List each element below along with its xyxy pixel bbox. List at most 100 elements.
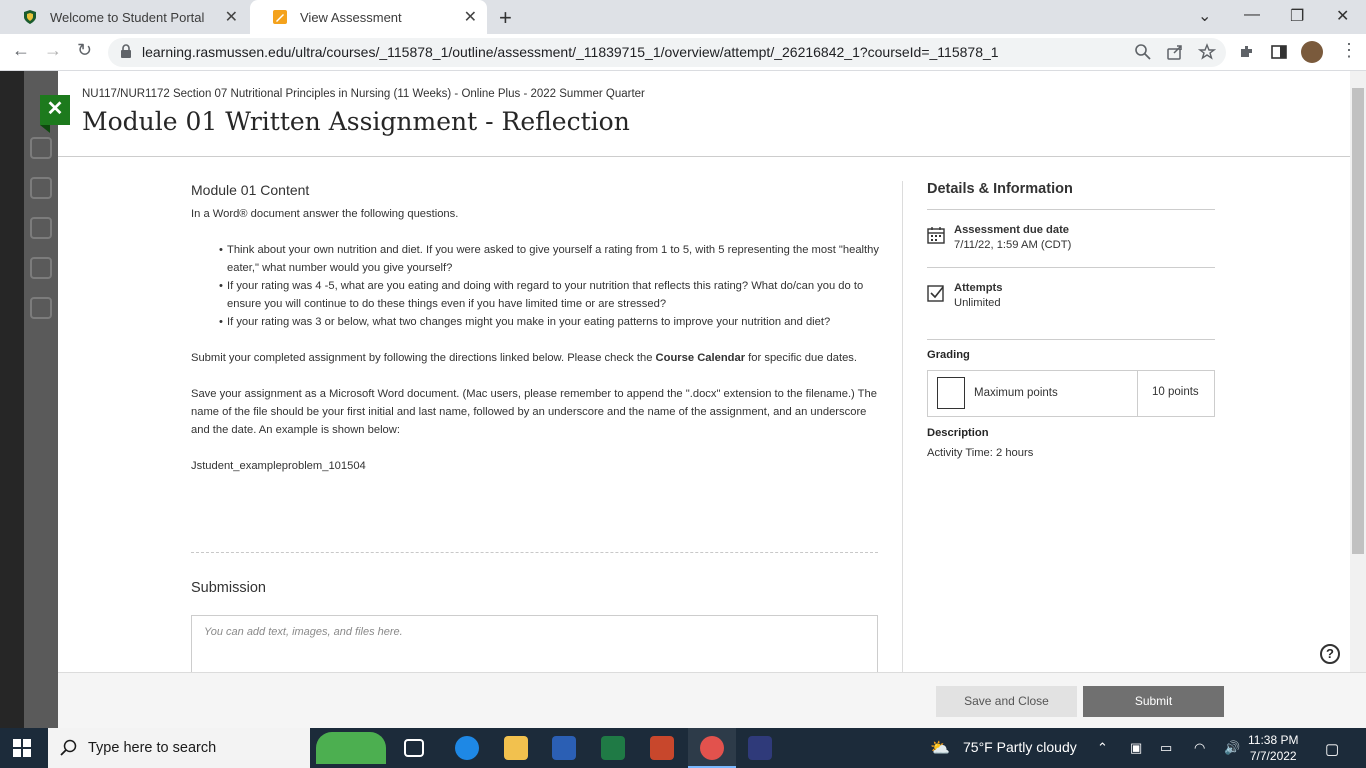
details-divider bbox=[927, 339, 1215, 340]
tab-title: Welcome to Student Portal bbox=[50, 9, 205, 25]
submission-placeholder: You can add text, images, and files here… bbox=[204, 626, 403, 638]
meet-now-icon[interactable]: ▣ bbox=[1130, 740, 1142, 756]
submit-instructions: Submit your completed assignment by foll… bbox=[191, 349, 881, 367]
volume-icon[interactable]: 🔊 bbox=[1224, 740, 1240, 756]
page-title: Module 01 Written Assignment - Reflectio… bbox=[82, 107, 630, 136]
question-list: Think about your own nutrition and diet.… bbox=[219, 241, 881, 331]
save-and-close-button[interactable]: Save and Close bbox=[936, 686, 1077, 717]
calendar-icon bbox=[927, 227, 945, 244]
attempts-row: Attempts Unlimited bbox=[927, 267, 1215, 325]
clock-time: 11:38 PM bbox=[1248, 733, 1299, 747]
attempts-value: Unlimited bbox=[954, 297, 1001, 309]
scrollbar[interactable] bbox=[1350, 71, 1366, 672]
close-panel-button[interactable]: ✕ bbox=[40, 95, 70, 133]
course-calendar-text: Course Calendar bbox=[655, 352, 746, 364]
submit-instructions-text-end: for specific due dates. bbox=[745, 352, 858, 364]
powerpoint-icon[interactable] bbox=[650, 736, 674, 760]
profile-avatar[interactable] bbox=[1301, 41, 1323, 63]
submit-instructions-text: Submit your completed assignment by foll… bbox=[191, 352, 656, 364]
description-label: Description bbox=[927, 427, 989, 439]
restore-icon[interactable]: ❐ bbox=[1290, 6, 1304, 26]
widgets-icon[interactable] bbox=[316, 732, 386, 764]
tab-student-portal[interactable]: Welcome to Student Portal ✕ bbox=[0, 0, 248, 34]
max-points-label: Maximum points bbox=[974, 387, 1058, 399]
window-close-icon[interactable]: ✕ bbox=[1336, 6, 1349, 26]
details-panel: Details & Information Assessment due dat… bbox=[927, 181, 1215, 459]
search-placeholder: Type here to search bbox=[88, 740, 217, 756]
menu-kebab-icon[interactable]: ⋮ bbox=[1340, 40, 1358, 61]
clock-date: 7/7/2022 bbox=[1249, 749, 1297, 763]
weather-text[interactable]: 75°F Partly cloudy bbox=[963, 739, 1077, 755]
partly-cloudy-icon: ⛅ bbox=[930, 740, 950, 757]
browser-tab-strip: Welcome to Student Portal ✕ View Assessm… bbox=[0, 0, 1366, 34]
grading-box: Maximum points 10 points bbox=[927, 370, 1215, 417]
nav-tools-icon bbox=[30, 297, 52, 319]
list-item: Think about your own nutrition and diet.… bbox=[219, 241, 881, 277]
pencil-favicon-icon bbox=[273, 10, 287, 24]
bookmark-star-icon[interactable] bbox=[1198, 43, 1216, 61]
submit-button[interactable]: Submit bbox=[1083, 686, 1224, 717]
edge-browser-icon[interactable] bbox=[455, 736, 479, 760]
search-icon bbox=[60, 739, 77, 756]
file-explorer-icon[interactable] bbox=[504, 736, 528, 760]
forward-icon[interactable]: → bbox=[44, 40, 62, 61]
nav-people-icon bbox=[30, 217, 52, 239]
submission-editor[interactable]: You can add text, images, and files here… bbox=[191, 615, 878, 675]
reload-icon[interactable]: ↻ bbox=[77, 40, 92, 61]
tab-close-icon[interactable]: ✕ bbox=[225, 7, 238, 27]
lock-icon bbox=[121, 44, 131, 58]
scrollbar-thumb[interactable] bbox=[1352, 88, 1364, 554]
background-course-nav bbox=[24, 71, 58, 728]
webex-icon[interactable] bbox=[748, 736, 772, 760]
browser-toolbar: ← → ↻ learning.rasmussen.edu/ultra/cours… bbox=[0, 34, 1366, 71]
chrome-active-indicator bbox=[688, 728, 736, 768]
task-view-icon[interactable] bbox=[404, 739, 424, 757]
help-icon[interactable]: ? bbox=[1320, 644, 1340, 664]
course-name: NU117/NUR1172 Section 07 Nutritional Pri… bbox=[82, 88, 645, 100]
extensions-icon[interactable] bbox=[1238, 43, 1256, 61]
grading-separator bbox=[1137, 371, 1138, 416]
list-item: If your rating was 3 or below, what two … bbox=[219, 313, 881, 331]
content-divider bbox=[191, 552, 878, 553]
nav-user-icon bbox=[30, 137, 52, 159]
details-heading: Details & Information bbox=[927, 181, 1073, 197]
tab-search-chevron-icon[interactable]: ⌄ bbox=[1198, 6, 1211, 26]
nav-flag-icon bbox=[30, 257, 52, 279]
battery-icon[interactable]: ▭ bbox=[1160, 740, 1172, 756]
nav-check-icon bbox=[30, 177, 52, 199]
page-viewport: NU117/NUR1172 Section 07 Nutritional Pri… bbox=[0, 71, 1366, 728]
save-instructions: Save your assignment as a Microsoft Word… bbox=[191, 388, 877, 436]
share-icon[interactable] bbox=[1166, 43, 1184, 61]
tray-chevron-icon[interactable]: ⌃ bbox=[1097, 740, 1108, 756]
filename-example: Jstudent_exampleproblem_101504 bbox=[191, 460, 366, 472]
windows-start-icon[interactable] bbox=[13, 739, 31, 757]
system-clock[interactable]: 11:38 PM 7/7/2022 bbox=[1248, 732, 1298, 764]
word-icon[interactable] bbox=[552, 736, 576, 760]
action-footer: Save and Close Submit bbox=[58, 672, 1366, 728]
side-panel-icon[interactable] bbox=[1270, 43, 1288, 61]
column-divider bbox=[902, 181, 903, 681]
rubric-icon bbox=[937, 377, 965, 409]
tab-close-icon[interactable]: ✕ bbox=[464, 7, 477, 27]
notifications-icon[interactable]: ▢ bbox=[1325, 740, 1339, 758]
shield-favicon-icon bbox=[24, 10, 36, 24]
content-intro: In a Word® document answer the following… bbox=[191, 208, 459, 220]
tab-view-assessment[interactable]: View Assessment ✕ bbox=[250, 0, 487, 34]
taskbar-search-box[interactable]: Type here to search bbox=[48, 728, 310, 768]
address-bar[interactable]: learning.rasmussen.edu/ultra/courses/_11… bbox=[108, 38, 1226, 67]
background-left-strip bbox=[0, 71, 24, 728]
excel-icon[interactable] bbox=[601, 736, 625, 760]
assessment-panel: NU117/NUR1172 Section 07 Nutritional Pri… bbox=[58, 71, 1350, 728]
submission-heading: Submission bbox=[191, 580, 266, 596]
minimize-icon[interactable]: — bbox=[1244, 6, 1260, 24]
windows-taskbar: Type here to search ⛅ 75°F Partly cloudy… bbox=[0, 728, 1366, 768]
header-divider bbox=[58, 156, 1350, 157]
zoom-icon[interactable] bbox=[1134, 43, 1152, 61]
description-value: Activity Time: 2 hours bbox=[927, 447, 1034, 459]
url-text: learning.rasmussen.edu/ultra/courses/_11… bbox=[142, 44, 999, 60]
wifi-icon[interactable]: ◠ bbox=[1194, 740, 1205, 756]
new-tab-icon[interactable]: + bbox=[499, 5, 512, 31]
checkbox-icon bbox=[927, 285, 944, 302]
due-date-label: Assessment due date bbox=[954, 224, 1070, 236]
back-icon[interactable]: ← bbox=[12, 40, 30, 61]
